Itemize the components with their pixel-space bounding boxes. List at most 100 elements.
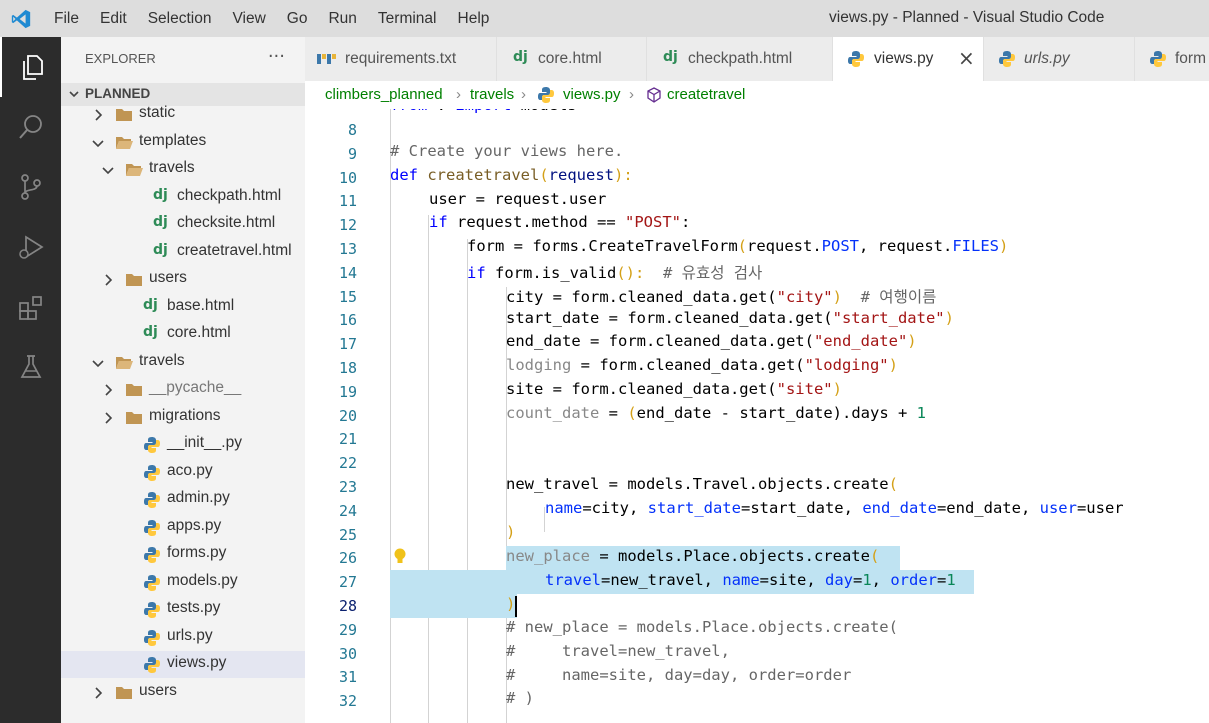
tab-checkpath-html[interactable]: dj checkpath.html [647, 37, 833, 81]
explorer-button[interactable] [0, 37, 61, 97]
tree-item[interactable]: templates [61, 129, 305, 156]
tree-item[interactable]: dj checksite.html [61, 211, 305, 238]
tree-item[interactable]: tests.py [61, 596, 305, 623]
django-icon: dj [153, 187, 168, 203]
chevron-right-icon[interactable] [91, 108, 105, 122]
folder-icon [126, 384, 142, 396]
tree-item[interactable]: dj core.html [61, 321, 305, 348]
testing-button[interactable] [0, 337, 61, 397]
chevron-down-icon[interactable] [91, 356, 105, 370]
code-line: site = form.cleaned_data.get("site") [506, 380, 842, 398]
folder-open-icon [116, 357, 133, 369]
line-number: 21 [338, 430, 357, 449]
more-actions-icon[interactable]: ··· [268, 46, 285, 67]
lightbulb-icon[interactable] [393, 547, 407, 567]
line-number: 32 [338, 692, 357, 711]
breadcrumb-item[interactable]: views.py [563, 86, 621, 103]
tree-item[interactable]: apps.py [61, 514, 305, 541]
django-icon: dj [143, 324, 158, 340]
tree-item-label: users [149, 269, 187, 286]
tree-item[interactable]: urls.py [61, 624, 305, 651]
tab-views-py[interactable]: views.py × [833, 37, 984, 81]
tree-item[interactable]: views.py [61, 651, 305, 678]
tree-item-label: users [139, 682, 177, 699]
text-cursor [515, 596, 517, 617]
close-tab-icon[interactable]: × [958, 46, 975, 70]
line-number: 18 [338, 359, 357, 377]
explorer-title: EXPLORER [85, 51, 156, 66]
tree-item[interactable]: forms.py [61, 541, 305, 568]
search-button[interactable] [0, 97, 61, 157]
tree-item-label: migrations [149, 407, 221, 424]
tree-item[interactable]: travels [61, 156, 305, 183]
menu-terminal[interactable]: Terminal [378, 10, 437, 28]
tree-item[interactable]: dj base.html [61, 294, 305, 321]
line-number: 20 [338, 406, 357, 425]
tree-item[interactable]: migrations [61, 404, 305, 431]
tree-item[interactable]: static [61, 101, 305, 128]
menu-selection[interactable]: Selection [148, 10, 212, 28]
tab-forms-py[interactable]: form [1135, 37, 1209, 81]
menu-help[interactable]: Help [458, 10, 490, 28]
code-line: ) [506, 523, 516, 541]
chevron-right-icon[interactable] [101, 383, 115, 397]
testing-icon [20, 355, 41, 378]
tree-item-label: createtravel.html [177, 242, 292, 259]
menu-view[interactable]: View [232, 10, 265, 28]
line-number: 22 [338, 454, 357, 473]
line-number: 27 [338, 573, 357, 592]
tree-item-label: core.html [167, 324, 231, 341]
source-control-button[interactable] [0, 157, 61, 217]
folder-icon [116, 687, 132, 699]
line-number: 25 [338, 525, 357, 544]
explorer-icon [22, 55, 43, 80]
run-debug-icon [18, 235, 44, 259]
tab-requirements[interactable]: requirements.txt [305, 37, 497, 81]
code-line: if request.method == "POST": [429, 213, 691, 231]
chevron-down-icon[interactable] [101, 163, 115, 177]
tab-urls-py[interactable]: urls.py [984, 37, 1135, 81]
tree-item[interactable]: dj checkpath.html [61, 184, 305, 211]
python-icon [144, 547, 160, 563]
breadcrumb-item[interactable]: climbers_planned [325, 86, 443, 103]
code-line: count_date = (end_date - start_date).day… [506, 404, 926, 422]
breadcrumb-item[interactable]: travels [470, 86, 514, 103]
tree-item[interactable]: users [61, 266, 305, 293]
line-number: 30 [338, 644, 357, 663]
breadcrumb-item[interactable]: createtravel [667, 86, 745, 103]
chevron-right-icon[interactable] [101, 273, 115, 287]
selection-highlight [390, 594, 517, 618]
tree-item[interactable]: users [61, 679, 305, 706]
tree-item[interactable]: models.py [61, 569, 305, 596]
code-line: # Create your views here. [390, 142, 624, 160]
tree-item[interactable]: travels [61, 349, 305, 376]
menu-go[interactable]: Go [287, 10, 308, 28]
menu-edit[interactable]: Edit [100, 10, 127, 28]
tree-item[interactable]: admin.py [61, 486, 305, 513]
chevron-right-icon[interactable] [101, 411, 115, 425]
extensions-button[interactable] [0, 277, 61, 337]
menu-run[interactable]: Run [328, 10, 356, 28]
line-number: 16 [338, 311, 357, 330]
method-cube-icon [647, 87, 661, 103]
code-line: # new_place = models.Place.objects.creat… [506, 618, 898, 636]
tab-core-html[interactable]: dj core.html [497, 37, 647, 81]
python-icon [144, 602, 160, 618]
tree-item[interactable]: dj createtravel.html [61, 239, 305, 266]
menu-file[interactable]: File [54, 10, 79, 28]
chevron-right-icon: › [521, 86, 526, 103]
chevron-right-icon[interactable] [91, 686, 105, 700]
tree-item[interactable]: __pycache__ [61, 376, 305, 403]
python-icon [144, 657, 160, 673]
django-icon: dj [153, 214, 168, 230]
django-icon: dj [513, 49, 528, 65]
code-line: form = forms.CreateTravelForm(request.PO… [467, 237, 1009, 255]
python-icon [144, 437, 160, 453]
code-editor[interactable]: from . import models 8 9 10 11 12 13 14 15 16 17 1… [305, 109, 1209, 723]
tree-item[interactable]: aco.py [61, 459, 305, 486]
workspace-name: PLANNED [85, 86, 151, 101]
chevron-down-icon[interactable] [91, 136, 105, 150]
run-debug-button[interactable] [0, 217, 61, 277]
chevron-right-icon: › [456, 86, 461, 103]
tree-item[interactable]: __init__.py [61, 431, 305, 458]
